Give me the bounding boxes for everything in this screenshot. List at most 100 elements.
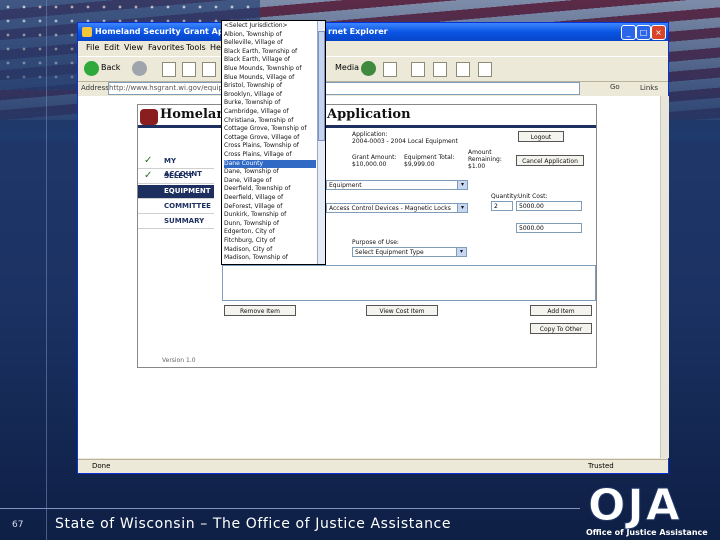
category-select-value: Equipment	[329, 182, 362, 189]
dropdown-option[interactable]: Belleville, Village of	[224, 39, 316, 47]
menu-edit[interactable]: Edit	[104, 41, 120, 55]
dropdown-option[interactable]: Black Earth, Village of	[224, 56, 316, 64]
dropdown-option[interactable]: Cottage Grove, Township of	[224, 125, 316, 133]
mail-icon[interactable]	[383, 62, 397, 77]
add-item-button[interactable]: Add Item	[530, 305, 592, 316]
refresh-icon[interactable]	[182, 62, 196, 77]
dropdown-option[interactable]: Christiana, Township of	[224, 117, 316, 125]
links-label[interactable]: Links	[640, 81, 658, 95]
app-title-suffix: Application	[327, 107, 411, 122]
cancel-application-button[interactable]: Cancel Application	[516, 155, 584, 166]
category-select[interactable]: Equipment ▾	[326, 180, 468, 190]
ie-icon	[82, 27, 92, 37]
dropdown-option[interactable]: Cambridge, Village of	[224, 108, 316, 116]
dropdown-option[interactable]: Dunkirk, Township of	[224, 211, 316, 219]
oja-logo-subtitle: Office of Justice Assistance	[586, 528, 708, 537]
messenger-icon[interactable]	[478, 62, 492, 77]
dropdown-option[interactable]: DeForest, Village of	[224, 203, 316, 211]
history-icon[interactable]	[361, 61, 376, 76]
minimize-button[interactable]: _	[621, 25, 636, 40]
menu-file[interactable]: File	[86, 41, 99, 55]
dropdown-option[interactable]: <Select Jurisdiction>	[224, 22, 316, 30]
status-text: Done	[92, 462, 111, 470]
dropdown-option[interactable]: Dane County	[224, 159, 316, 168]
browser-window: Homeland Security Grant Applica rnet Exp…	[77, 22, 669, 474]
nav-my-account[interactable]: ✓ MY ACCOUNT	[138, 155, 214, 178]
amount-remaining-label: Amount Remaining:	[468, 149, 502, 163]
amount-remaining-value: $1.00	[468, 163, 486, 170]
subcategory-select-value: Access Control Devices - Magnetic Locks	[329, 205, 451, 212]
dropdown-option[interactable]: Cottage Grove, Village of	[224, 134, 316, 142]
item-list-area[interactable]	[222, 265, 596, 301]
dropdown-option[interactable]: Black Earth, Township of	[224, 48, 316, 56]
dropdown-option[interactable]: Deerfield, Township of	[224, 185, 316, 193]
back-label[interactable]: Back	[101, 63, 120, 72]
window-title-suffix: rnet Explorer	[328, 27, 388, 36]
go-button[interactable]: Go	[610, 82, 632, 93]
dropdown-option[interactable]: Blue Mounds, Village of	[224, 74, 316, 82]
edit-icon[interactable]	[433, 62, 447, 77]
nav-label: COMMITTEE	[164, 202, 211, 210]
dropdown-option[interactable]: Dane, Township of	[224, 168, 316, 176]
dropdown-option[interactable]: Brooklyn, Village of	[224, 91, 316, 99]
grant-amount-label: Grant Amount:	[352, 154, 397, 161]
stop-icon[interactable]	[162, 62, 176, 77]
dropdown-option[interactable]: Madison, Township of	[224, 254, 316, 262]
dropdown-option[interactable]: Cross Plains, Village of	[224, 151, 316, 159]
dropdown-option[interactable]: Deerfield, Village of	[224, 194, 316, 202]
media-label[interactable]: Media	[335, 63, 359, 72]
close-button[interactable]: ×	[651, 25, 666, 40]
dropdown-option[interactable]: Dunn, Township of	[224, 220, 316, 228]
dropdown-option[interactable]: Blue Mounds, Township of	[224, 65, 316, 73]
forward-icon[interactable]	[132, 61, 147, 76]
subcategory-select[interactable]: Access Control Devices - Magnetic Locks ▾	[326, 203, 468, 213]
address-bar: Address http://www.hsgrant.wi.gov/equipm…	[78, 81, 668, 95]
dropdown-option[interactable]: Madison, City of	[224, 246, 316, 254]
dropdown-option[interactable]: Cross Plains, Township of	[224, 142, 316, 150]
dropdown-option[interactable]: Bristol, Township of	[224, 82, 316, 90]
nav-committee[interactable]: COMMITTEE	[138, 200, 214, 214]
discuss-icon[interactable]	[456, 62, 470, 77]
dropdown-option[interactable]: Fitchburg, City of	[224, 237, 316, 245]
unit-cost-input[interactable]: 5000.00	[516, 201, 582, 211]
page-scrollbar[interactable]	[660, 96, 669, 458]
dropdown-option[interactable]: Albion, Township of	[224, 31, 316, 39]
total-cost-input[interactable]: 5000.00	[516, 223, 582, 233]
menu-favorites[interactable]: Favorites	[148, 41, 184, 55]
page-content: Homeland Application ✓ MY ACCOUNT ✓ SELE…	[78, 96, 660, 458]
dropdown-option[interactable]: Burke, Township of	[224, 99, 316, 107]
home-icon[interactable]	[202, 62, 216, 77]
remove-item-button[interactable]: Remove Item	[224, 305, 296, 316]
dropdown-option[interactable]: Dane, Village of	[224, 177, 316, 185]
nav-equipment[interactable]: EQUIPMENT	[138, 185, 214, 199]
slide-vertical-rule	[46, 0, 47, 540]
nav-summary[interactable]: SUMMARY	[138, 215, 214, 229]
quantity-input[interactable]: 2	[491, 201, 513, 211]
toolbar: Back Media	[78, 56, 668, 82]
dropdown-scrollbar[interactable]	[317, 21, 325, 264]
purpose-select[interactable]: Select Equipment Type ▾	[352, 247, 467, 257]
oja-logo: OJA Office of Justice Assistance	[586, 481, 714, 538]
menu-view[interactable]: View	[124, 41, 143, 55]
nav-label: EQUIPMENT	[164, 187, 211, 195]
copy-to-other-button[interactable]: Copy To Other	[530, 323, 592, 334]
print-icon[interactable]	[411, 62, 425, 77]
view-cost-item-button[interactable]: View Cost Item	[366, 305, 438, 316]
dropdown-scroll-thumb[interactable]	[318, 31, 325, 141]
maximize-button[interactable]: □	[636, 25, 651, 40]
dropdown-option[interactable]: Edgerton, City of	[224, 228, 316, 236]
chevron-down-icon: ▾	[457, 181, 467, 189]
address-input[interactable]: http://www.hsgrant.wi.gov/equipment.asp	[108, 82, 580, 95]
slide-footer-rule	[0, 508, 580, 509]
application-value: 2004-0003 - 2004 Local Equipment	[352, 138, 458, 145]
title-bar: Homeland Security Grant Applica rnet Exp…	[78, 23, 668, 41]
logout-button[interactable]: Logout	[518, 131, 564, 142]
check-icon: ✓	[144, 155, 153, 166]
nav-select-grant[interactable]: ✓ SELECT GRANT	[138, 170, 214, 193]
check-icon: ✓	[144, 170, 153, 181]
chevron-down-icon: ▾	[456, 248, 466, 256]
slide-footer-text: State of Wisconsin – The Office of Justi…	[55, 516, 452, 532]
menu-tools[interactable]: Tools	[186, 41, 206, 55]
back-icon[interactable]	[84, 61, 99, 76]
jurisdiction-dropdown-list[interactable]: <Select Jurisdiction> Albion, Township of…	[221, 20, 326, 265]
